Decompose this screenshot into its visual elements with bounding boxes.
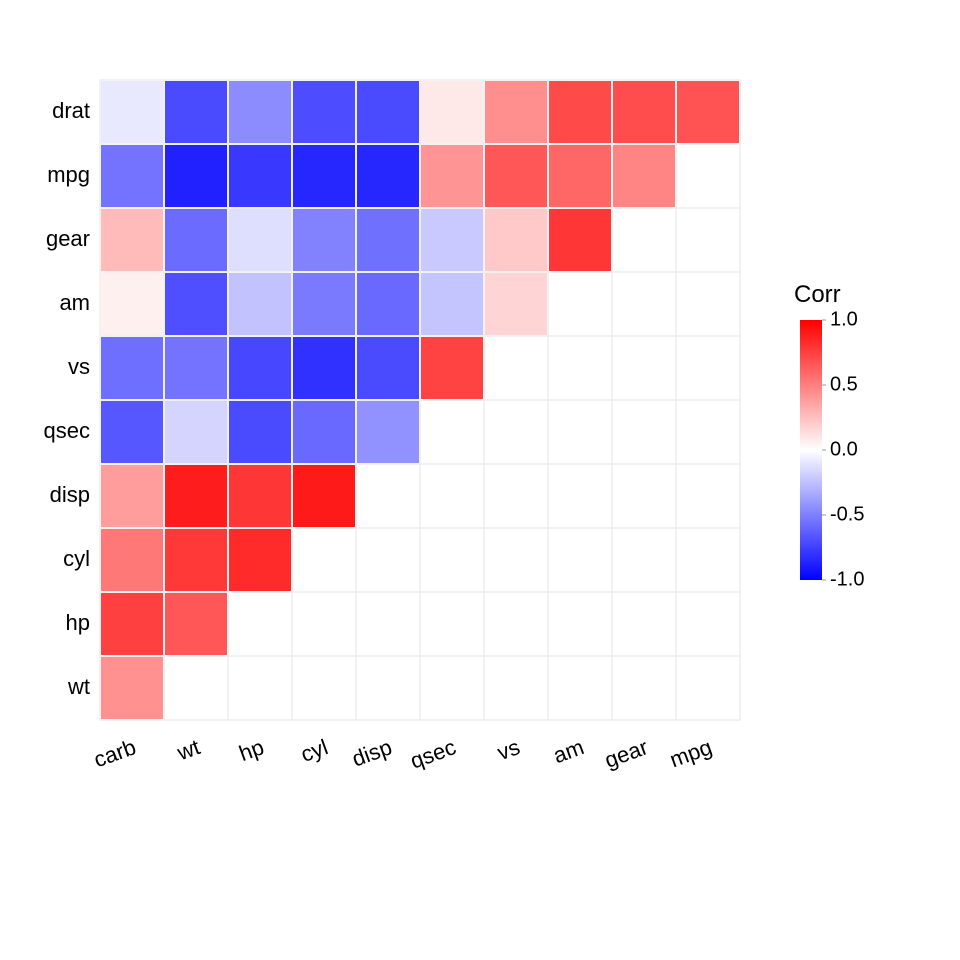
heatmap-cell [485, 209, 547, 271]
legend-tick-label: 0.5 [830, 373, 858, 395]
heatmap-cell [485, 81, 547, 143]
y-tick-label: wt [67, 674, 90, 699]
heatmap-cell [613, 81, 675, 143]
legend-tick-label: -0.5 [830, 503, 864, 525]
heatmap-cell [101, 529, 163, 591]
heatmap-cell [613, 145, 675, 207]
x-tick-label: wt [173, 734, 203, 765]
heatmap-cell [421, 81, 483, 143]
heatmap-cell [549, 81, 611, 143]
heatmap-cell [165, 593, 227, 655]
x-tick-group: carb [90, 734, 139, 772]
x-tick-label: vs [494, 734, 523, 765]
y-tick-label: am [59, 290, 90, 315]
heatmap-cell [101, 273, 163, 335]
y-tick-label: disp [50, 482, 90, 507]
legend-tick-label: -1.0 [830, 568, 864, 590]
heatmap-cell [165, 337, 227, 399]
x-tick-group: disp [349, 734, 395, 771]
heatmap-cell [165, 81, 227, 143]
x-tick-group: vs [494, 734, 523, 765]
y-tick-label: cyl [63, 546, 90, 571]
heatmap-cell [421, 209, 483, 271]
x-tick-label: am [550, 734, 587, 768]
heatmap-cell [549, 145, 611, 207]
y-tick-label: mpg [47, 162, 90, 187]
heatmap-cell [293, 337, 355, 399]
heatmap-cell [101, 209, 163, 271]
x-tick-label: hp [236, 734, 268, 766]
heatmap-cell [293, 145, 355, 207]
heatmap-cell [165, 465, 227, 527]
x-tick-label: qsec [407, 734, 459, 773]
heatmap-cell [165, 145, 227, 207]
legend-tick-label: 1.0 [830, 308, 858, 330]
x-tick-group: gear [601, 734, 651, 773]
x-tick-group: mpg [666, 734, 715, 772]
heatmap-cell [357, 273, 419, 335]
heatmap-cell [229, 145, 291, 207]
y-tick-label: hp [66, 610, 90, 635]
y-tick-label: drat [52, 98, 90, 123]
correlation-heatmap: dratmpggearamvsqsecdispcylhpwtcarbwthpcy… [0, 0, 960, 960]
y-tick-label: qsec [44, 418, 90, 443]
heatmap-cell [101, 81, 163, 143]
heatmap-cell [485, 273, 547, 335]
heatmap-cell [293, 209, 355, 271]
heatmap-cell [293, 81, 355, 143]
heatmap-cell [165, 209, 227, 271]
heatmap-cell [229, 337, 291, 399]
heatmap-cell [165, 529, 227, 591]
x-tick-group: am [550, 734, 587, 768]
heatmap-cell [101, 337, 163, 399]
x-tick-group: qsec [407, 734, 459, 773]
heatmap-cell [229, 401, 291, 463]
heatmap-cell [165, 273, 227, 335]
heatmap-cell [101, 657, 163, 719]
heatmap-cell [293, 465, 355, 527]
heatmap-cell [549, 209, 611, 271]
x-tick-label: cyl [297, 734, 331, 767]
heatmap-cell [101, 465, 163, 527]
x-tick-label: disp [349, 734, 395, 771]
heatmap-cell [357, 81, 419, 143]
y-tick-label: vs [68, 354, 90, 379]
heatmap-cell [421, 145, 483, 207]
heatmap-cell [421, 337, 483, 399]
heatmap-cell [293, 401, 355, 463]
x-tick-label: carb [90, 734, 139, 772]
heatmap-cell [101, 401, 163, 463]
x-tick-group: wt [173, 734, 203, 765]
legend-tick-label: 0.0 [830, 438, 858, 460]
heatmap-cell [229, 465, 291, 527]
y-tick-label: gear [46, 226, 90, 251]
heatmap-cell [485, 145, 547, 207]
heatmap-cell [165, 401, 227, 463]
heatmap-cell [101, 145, 163, 207]
x-tick-group: cyl [297, 734, 331, 767]
x-tick-group: hp [236, 734, 268, 766]
heatmap-cell [677, 81, 739, 143]
chart-svg: dratmpggearamvsqsecdispcylhpwtcarbwthpcy… [0, 0, 960, 960]
heatmap-cell [229, 529, 291, 591]
legend-title: Corr [794, 281, 841, 308]
heatmap-cell [357, 209, 419, 271]
heatmap-cell [229, 273, 291, 335]
heatmap-cell [421, 273, 483, 335]
heatmap-cell [229, 81, 291, 143]
x-tick-label: gear [601, 734, 651, 773]
heatmap-cell [357, 401, 419, 463]
heatmap-cell [101, 593, 163, 655]
heatmap-cell [357, 337, 419, 399]
x-tick-label: mpg [666, 734, 715, 772]
legend-colorbar [800, 320, 822, 580]
heatmap-cell [357, 145, 419, 207]
heatmap-cell [293, 273, 355, 335]
heatmap-cell [229, 209, 291, 271]
